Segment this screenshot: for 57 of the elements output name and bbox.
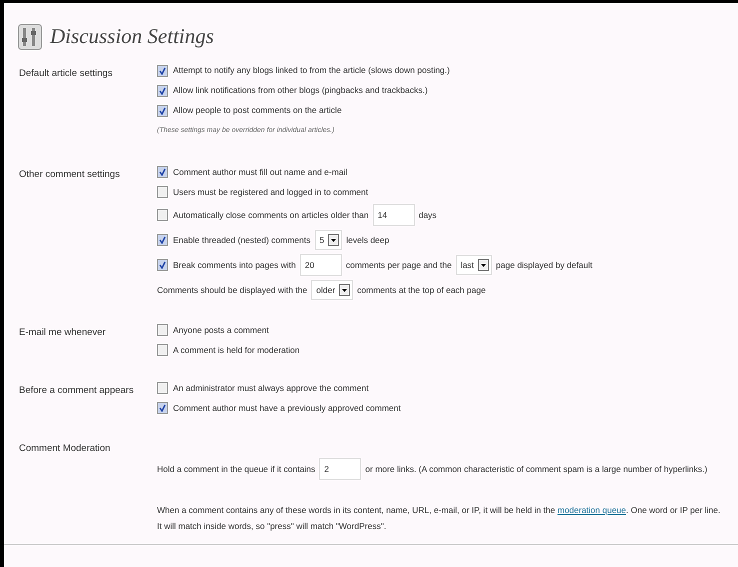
option-text: Attempt to notify any blogs linked to from the article (slows down posting.) [173,64,450,77]
caret-icon [328,234,340,246]
option-text: Hold a comment in the queue if it contains [157,462,316,476]
check-icon [159,66,166,74]
settings-icon [18,24,42,50]
section-label: Before a comment appears [19,384,135,398]
checkbox[interactable] [157,324,168,336]
option-text: days [418,208,437,222]
section-label: Other comment settings [19,168,121,182]
section-label: Default article settings [19,66,114,80]
option-text: levels deep [346,234,390,246]
number-field[interactable]: 14 [372,204,415,226]
option-text: Comment author must fill out name and e-mail [173,166,348,178]
dropdown[interactable]: older [311,280,354,300]
checkbox[interactable] [157,382,168,394]
option-text: comments at the top of each page [357,284,486,296]
option-text: Break comments into pages with [173,258,296,272]
page-title: Discussion Settings [50,23,214,50]
check-icon [159,106,166,114]
checkbox[interactable] [157,166,168,178]
section-label: Comment Moderation [19,442,112,456]
checkbox[interactable] [157,259,168,271]
option-text: comments per page and the [346,258,452,272]
checkbox[interactable] [157,402,168,414]
option-text: Anyone posts a comment [173,324,269,336]
option-text: Automatically close comments on articles older than [173,208,369,222]
check-icon [159,261,166,269]
dropdown[interactable]: last [456,255,492,275]
check-icon [159,236,166,244]
option-text: A comment is held for moderation [173,344,300,356]
option-text: page displayed by default [496,258,592,272]
section-label: E-mail me whenever [19,326,107,340]
checkbox[interactable] [157,209,168,221]
caret-icon [478,259,489,271]
check-icon [159,404,166,412]
option-text: An administrator must always approve the comment [173,382,369,394]
check-icon [159,86,166,94]
caret-icon [339,284,350,296]
dropdown[interactable]: 5 [314,230,342,250]
option-text: Comment author must have a previously approved comment [173,402,401,414]
moderation-description: When a comment contains any of these words in its content, name, URL, e-mail, or IP, it will be held in the moderation queue. One word or IP per line. It will match inside words, so "press" will match "WordPress". [157,504,722,533]
checkbox[interactable] [157,186,168,198]
checkbox[interactable] [157,344,168,356]
moderation-queue-link[interactable]: moderation queue [557,505,626,515]
checkbox[interactable] [157,234,168,246]
number-field[interactable]: 2 [319,458,362,480]
number-field[interactable]: 20 [300,254,342,276]
option-text: Allow people to post comments on the article [173,104,342,117]
option-text: or more links. (A common characteristic of comment spam is a large number of hyperlinks.) [365,462,708,476]
checkbox[interactable] [157,64,168,76]
option-text: Comments should be displayed with the [157,284,308,296]
option-text: Users must be registered and logged in to comment [173,186,368,198]
checkbox[interactable] [157,104,168,116]
option-text: Allow link notifications from other blogs (pingbacks and trackbacks.) [173,84,428,97]
check-icon [159,168,166,176]
checkbox[interactable] [157,84,168,96]
option-text: Enable threaded (nested) comments [173,234,310,246]
